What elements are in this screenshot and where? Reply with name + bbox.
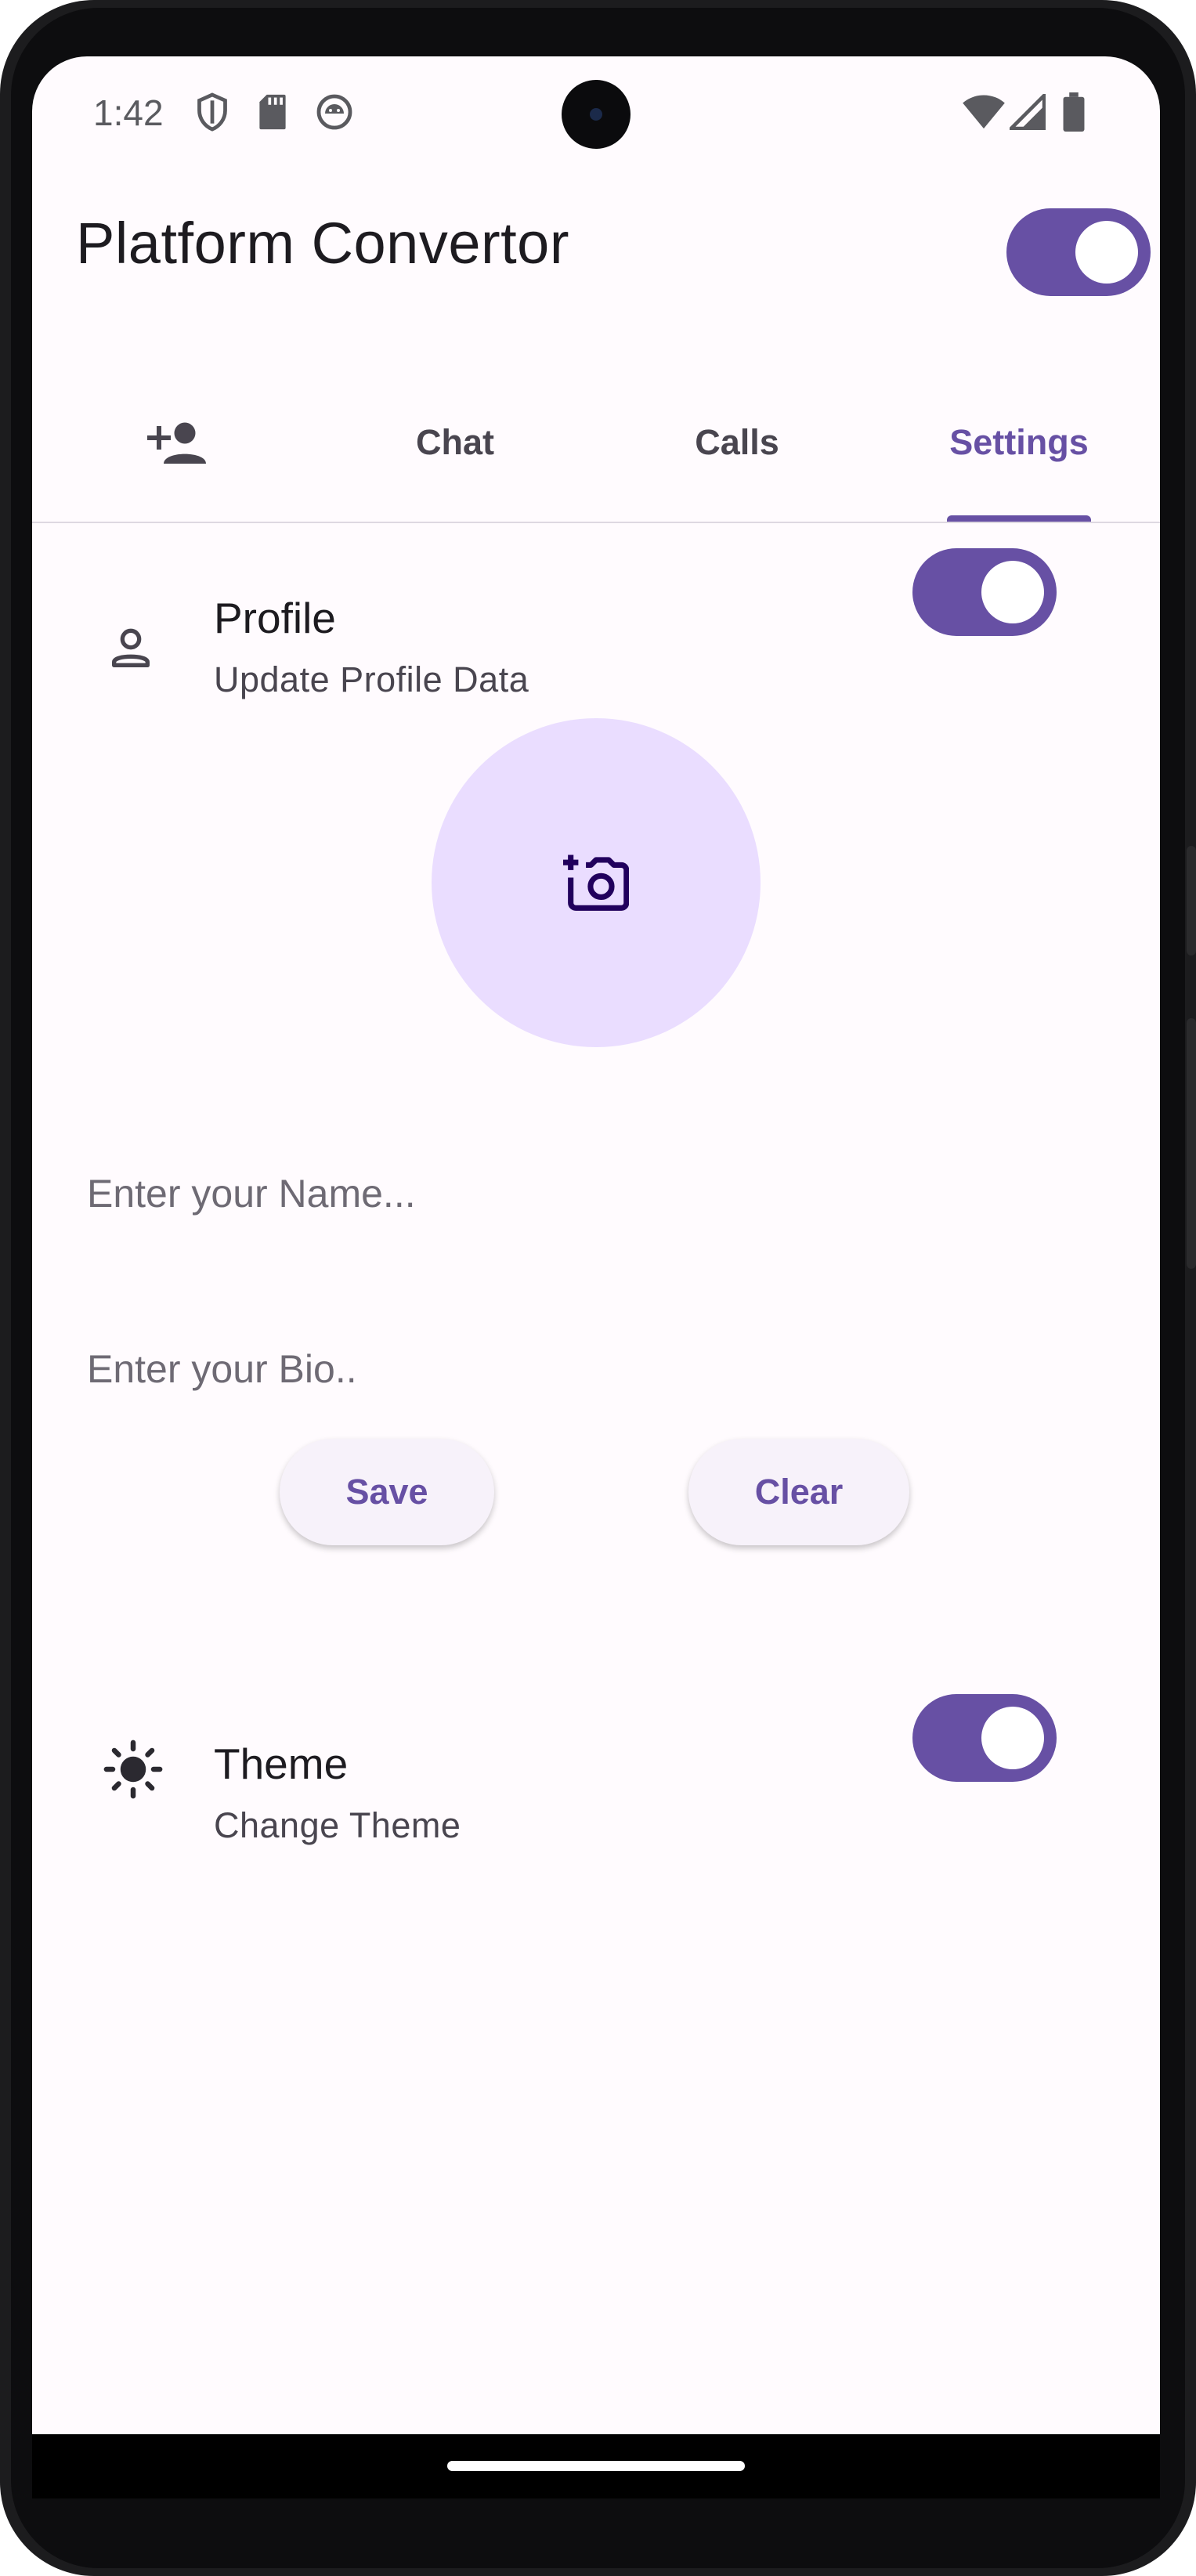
status-time: 1:42 <box>93 92 164 133</box>
theme-subtitle: Change Theme <box>214 1805 461 1845</box>
switch-knob <box>981 1707 1044 1769</box>
person-outline-icon <box>106 623 156 674</box>
app-title: Platform Convertor <box>76 211 569 276</box>
power-button <box>1187 846 1196 956</box>
cell-signal-icon <box>1010 92 1046 132</box>
profile-avatar[interactable] <box>432 718 761 1047</box>
front-camera <box>562 80 631 149</box>
status-bar: 1:42 <box>32 56 1160 174</box>
android-debug-icon <box>316 92 353 132</box>
clear-button[interactable]: Clear <box>688 1439 909 1545</box>
volume-button <box>1187 1018 1196 1269</box>
app-screen: 1:42 Platform Convertor Chat Calls Setti… <box>32 56 1160 2498</box>
switch-knob <box>981 561 1044 623</box>
home-indicator[interactable] <box>447 2461 745 2471</box>
battery-icon <box>1063 92 1085 132</box>
switch-knob <box>1075 221 1138 284</box>
person-add-icon <box>147 422 206 464</box>
bio-input[interactable] <box>87 1322 1105 1416</box>
profile-switch[interactable] <box>912 548 1057 636</box>
profile-title: Profile <box>214 594 336 642</box>
wifi-icon <box>961 92 1006 132</box>
tab-settings[interactable]: Settings <box>878 362 1160 522</box>
theme-switch[interactable] <box>912 1694 1057 1782</box>
platform-switch[interactable] <box>1006 208 1151 296</box>
tab-calls[interactable]: Calls <box>596 362 878 522</box>
save-button[interactable]: Save <box>280 1439 494 1545</box>
name-input[interactable] <box>87 1147 1105 1241</box>
profile-subtitle: Update Profile Data <box>214 659 529 699</box>
shield-icon <box>195 92 229 132</box>
theme-title: Theme <box>214 1740 349 1788</box>
tab-divider <box>32 522 1160 523</box>
tab-add-contact[interactable] <box>32 362 314 522</box>
add-a-photo-icon <box>563 854 629 911</box>
tab-chat[interactable]: Chat <box>314 362 596 522</box>
sd-card-icon <box>258 92 287 132</box>
tab-bar: Chat Calls Settings <box>32 362 1160 523</box>
sun-icon <box>103 1739 164 1800</box>
